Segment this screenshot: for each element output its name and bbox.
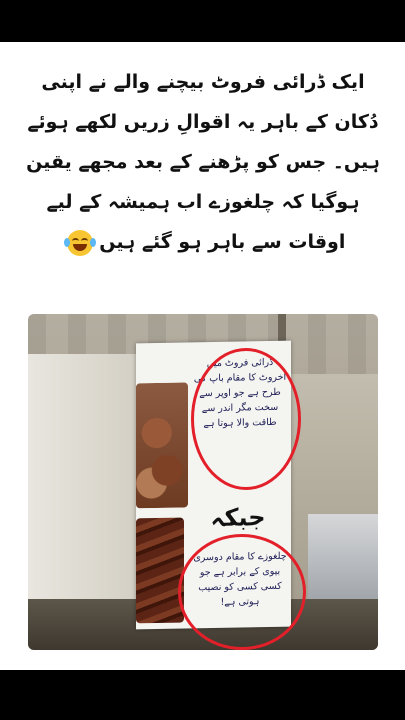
banner-heading: جبکہ <box>210 503 266 533</box>
walnut-image <box>136 382 188 509</box>
highlight-circle-bottom <box>178 534 306 650</box>
shop-banner-photo: ڈرائی فروٹ میں اخروٹ کا مقام باپ کی طرح … <box>28 314 378 650</box>
caption-line: دُکان کے باہر یہ اقوالِ زریں لکھے ہوئے <box>27 111 379 133</box>
caption-line-last: اوقات سے باہر ہو گئے ہیں <box>18 222 388 262</box>
caption-line: ہیں۔ جس کو پڑھنے کے بعد مجھے یقین <box>26 151 380 173</box>
post-caption: ایک ڈرائی فروٹ بیچنے والے نے اپنی دُکان … <box>18 62 388 262</box>
caption-line: ہوگیا کہ چلغوزے اب ہمیشہ کے لیے <box>46 191 360 213</box>
shop-shelf <box>308 514 378 604</box>
post-card: ایک ڈرائی فروٹ بیچنے والے نے اپنی دُکان … <box>0 42 405 670</box>
caption-line: ایک ڈرائی فروٹ بیچنے والے نے اپنی <box>41 71 365 93</box>
highlight-circle-top <box>191 348 301 490</box>
laughing-tears-emoji-icon <box>63 229 96 256</box>
caption-line-text: اوقات سے باہر ہو گئے ہیں <box>99 231 346 253</box>
pine-nut-image <box>136 517 184 624</box>
